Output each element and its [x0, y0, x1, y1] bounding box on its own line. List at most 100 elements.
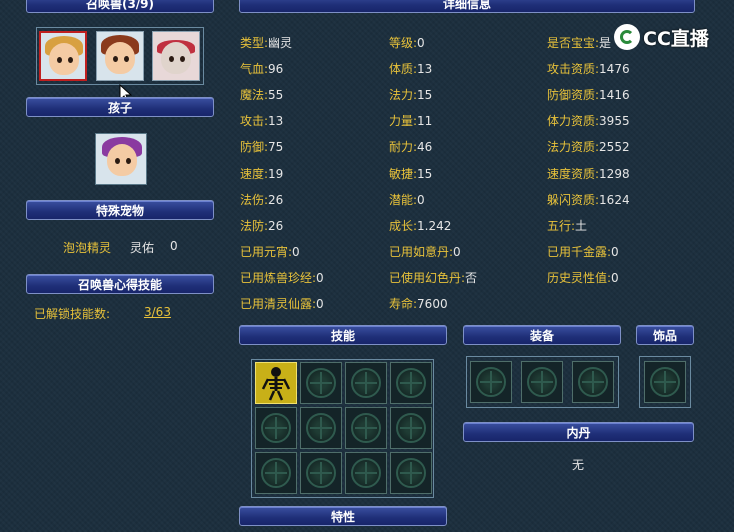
traits-header: 特性 [239, 506, 447, 526]
summon-header: 召唤兽(3/9) [26, 0, 214, 13]
accessory-slot[interactable] [644, 361, 686, 403]
skill-slot-9[interactable] [255, 452, 297, 494]
special-pet-header: 特殊宠物 [26, 200, 214, 220]
skills-header: 技能 [239, 325, 447, 345]
stat-value: 0 [611, 244, 619, 259]
empty-slot-emblem-icon [351, 368, 381, 398]
stat-5-2: 速度资质:1298 [547, 165, 630, 182]
stat-value: 0 [316, 297, 324, 311]
stat-label: 五行: [547, 218, 576, 233]
stat-value: 否 [465, 270, 478, 285]
skill-slot-2[interactable] [300, 362, 342, 404]
stat-6-1: 潜能:0 [389, 191, 425, 208]
equipment-header: 装备 [463, 325, 621, 345]
empty-slot-emblem-icon [261, 458, 291, 488]
skill-slot-11[interactable] [345, 452, 387, 494]
stat-value: 96 [268, 62, 284, 77]
stat-5-0: 速度:19 [240, 165, 283, 182]
stat-label: 已用炼兽珍经: [240, 270, 317, 285]
stat-3-1: 力量:11 [389, 112, 432, 129]
stat-2-0: 魔法:55 [240, 86, 283, 103]
equipment-slot-2[interactable] [521, 361, 563, 403]
stat-label: 攻击资质: [547, 62, 600, 77]
inner-dan-value: 无 [572, 458, 585, 472]
stat-label: 等级: [389, 36, 418, 50]
stat-0-2: 是否宝宝:是 [547, 34, 611, 51]
stat-0-1: 等级:0 [389, 34, 425, 51]
stat-value: 1298 [599, 166, 630, 181]
empty-slot-emblem-icon [306, 368, 336, 398]
pet-slot-3[interactable] [152, 31, 200, 81]
stat-7-0: 法防:26 [240, 217, 283, 234]
pet-skill-header: 召唤兽心得技能 [26, 274, 214, 294]
pet-slot-1[interactable] [39, 31, 87, 81]
skeleton-skill-icon [261, 367, 291, 401]
stat-label: 体力资质: [547, 114, 600, 129]
stat-value: 0 [611, 270, 619, 285]
stat-label: 寿命: [389, 297, 418, 311]
stat-label: 法伤: [240, 192, 269, 207]
stat-label: 气血: [240, 62, 269, 77]
stat-value: 0 [316, 270, 324, 285]
equipment-slot-3[interactable] [572, 361, 614, 403]
stat-8-1: 已用如意丹:0 [389, 243, 461, 260]
stat-label: 潜能: [389, 192, 418, 207]
equipment-slot-1[interactable] [470, 361, 512, 403]
stat-value: 2552 [599, 140, 630, 155]
stat-value: 0 [292, 244, 300, 259]
empty-slot-emblem-icon [351, 413, 381, 443]
pet-slot-2[interactable] [96, 31, 144, 81]
empty-slot-emblem-icon [396, 413, 426, 443]
skill-slot-10[interactable] [300, 452, 342, 494]
skill-slot-8[interactable] [390, 407, 432, 449]
stat-2-1: 法力:15 [389, 86, 432, 103]
stat-label: 法力: [389, 88, 418, 103]
stat-value: 55 [268, 88, 284, 103]
detail-header: 详细信息 [239, 0, 695, 13]
unlocked-skills-label: 已解锁技能数: [34, 307, 111, 321]
stat-value: 46 [417, 140, 433, 155]
child-portrait[interactable] [95, 133, 147, 185]
unlocked-skills-link[interactable]: 3/63 [144, 305, 171, 319]
stat-10-1: 寿命:7600 [389, 295, 448, 312]
stat-9-2: 历史灵性值:0 [547, 269, 619, 286]
stat-value: 15 [417, 166, 433, 181]
stat-value: 1.242 [417, 218, 452, 233]
skill-slot-3[interactable] [345, 362, 387, 404]
empty-slot-emblem-icon [306, 458, 336, 488]
stat-label: 类型: [240, 36, 269, 50]
stat-value: 3955 [599, 114, 630, 129]
stat-value: 0 [417, 192, 425, 207]
stat-9-0: 已用炼兽珍经:0 [240, 269, 324, 286]
stat-value: 75 [268, 140, 284, 155]
stat-value: 0 [417, 36, 425, 50]
stat-value: 13 [268, 114, 284, 129]
stat-label: 成长: [389, 218, 418, 233]
stat-label: 耐力: [389, 140, 418, 155]
stat-label: 已用如意丹: [389, 244, 454, 259]
stat-label: 攻击: [240, 114, 269, 129]
accessory-header: 饰品 [636, 325, 694, 345]
stat-1-0: 气血:96 [240, 60, 283, 77]
stat-label: 力量: [389, 114, 418, 129]
skill-slot-7[interactable] [345, 407, 387, 449]
stat-label: 速度: [240, 166, 269, 181]
skill-slot-12[interactable] [390, 452, 432, 494]
child-header: 孩子 [26, 97, 214, 117]
empty-slot-emblem-icon [396, 368, 426, 398]
stat-label: 法防: [240, 218, 269, 233]
skill-slot-5[interactable] [255, 407, 297, 449]
skill-slot-6[interactable] [300, 407, 342, 449]
empty-slot-emblem-icon [578, 367, 608, 397]
skill-slot-1[interactable] [255, 362, 297, 404]
stat-6-2: 躲闪资质:1624 [547, 191, 630, 208]
stat-label: 已使用幻色丹: [389, 270, 466, 285]
empty-slot-emblem-icon [396, 458, 426, 488]
stat-10-0: 已用清灵仙露:0 [240, 295, 324, 312]
special-pet-name: 泡泡精灵 [63, 241, 112, 255]
stat-value: 11 [417, 114, 433, 129]
skill-slot-4[interactable] [390, 362, 432, 404]
stat-label: 敏捷: [389, 166, 418, 181]
stat-value: 0 [453, 244, 461, 259]
stat-label: 历史灵性值: [547, 270, 612, 285]
